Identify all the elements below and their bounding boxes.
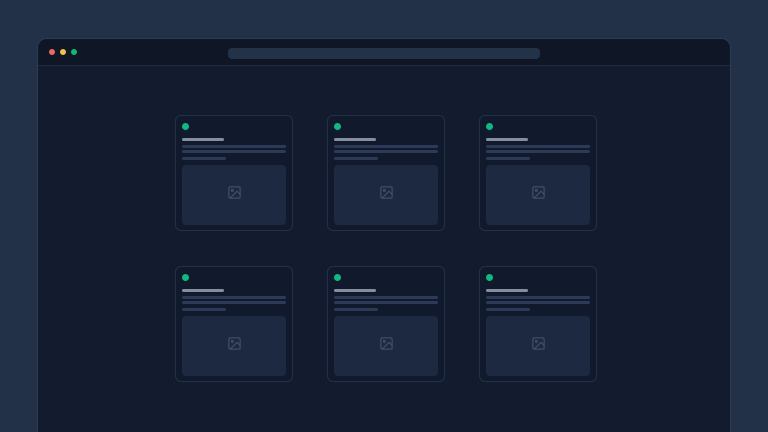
traffic-lights [49, 39, 77, 65]
status-dot [486, 274, 493, 281]
image-placeholder [182, 316, 286, 376]
skeleton-text-line [486, 150, 590, 153]
image-icon [379, 336, 394, 356]
skeleton-text-line-short [486, 308, 530, 311]
skeleton-title-bar [486, 289, 528, 292]
image-icon [531, 336, 546, 356]
skeleton-text-line [182, 301, 286, 304]
skeleton-title-bar [182, 289, 224, 292]
skeleton-title-bar [486, 138, 528, 141]
image-icon [227, 336, 242, 356]
skeleton-text-line [334, 150, 438, 153]
image-placeholder [486, 165, 590, 225]
post-card-skeleton[interactable] [327, 115, 445, 231]
skeleton-text-line [182, 296, 286, 299]
post-card-skeleton[interactable] [175, 115, 293, 231]
image-placeholder [334, 316, 438, 376]
skeleton-title-bar [182, 138, 224, 141]
status-dot [334, 123, 341, 130]
skeleton-text-line [182, 145, 286, 148]
skeleton-text-line [334, 296, 438, 299]
zoom-button[interactable] [71, 49, 77, 55]
close-button[interactable] [49, 49, 55, 55]
skeleton-text-line [486, 145, 590, 148]
status-dot [334, 274, 341, 281]
skeleton-text-line-short [334, 157, 378, 160]
skeleton-text-line [334, 145, 438, 148]
titlebar [38, 39, 730, 66]
skeleton-text-line [182, 150, 286, 153]
skeleton-title-bar [334, 289, 376, 292]
url-bar[interactable] [228, 48, 540, 59]
card-grid [175, 115, 597, 382]
image-icon [531, 185, 546, 205]
image-icon [227, 185, 242, 205]
skeleton-text-line-short [334, 308, 378, 311]
minimize-button[interactable] [60, 49, 66, 55]
skeleton-text-line [486, 296, 590, 299]
status-dot [182, 123, 189, 130]
post-card-skeleton[interactable] [479, 266, 597, 382]
image-placeholder [486, 316, 590, 376]
image-placeholder [182, 165, 286, 225]
status-dot [486, 123, 493, 130]
status-dot [182, 274, 189, 281]
post-card-skeleton[interactable] [327, 266, 445, 382]
skeleton-text-line-short [182, 157, 226, 160]
skeleton-text-line-short [182, 308, 226, 311]
image-placeholder [334, 165, 438, 225]
skeleton-text-line [334, 301, 438, 304]
skeleton-text-line [486, 301, 590, 304]
browser-window [37, 38, 731, 432]
post-card-skeleton[interactable] [175, 266, 293, 382]
skeleton-title-bar [334, 138, 376, 141]
skeleton-text-line-short [486, 157, 530, 160]
image-icon [379, 185, 394, 205]
post-card-skeleton[interactable] [479, 115, 597, 231]
